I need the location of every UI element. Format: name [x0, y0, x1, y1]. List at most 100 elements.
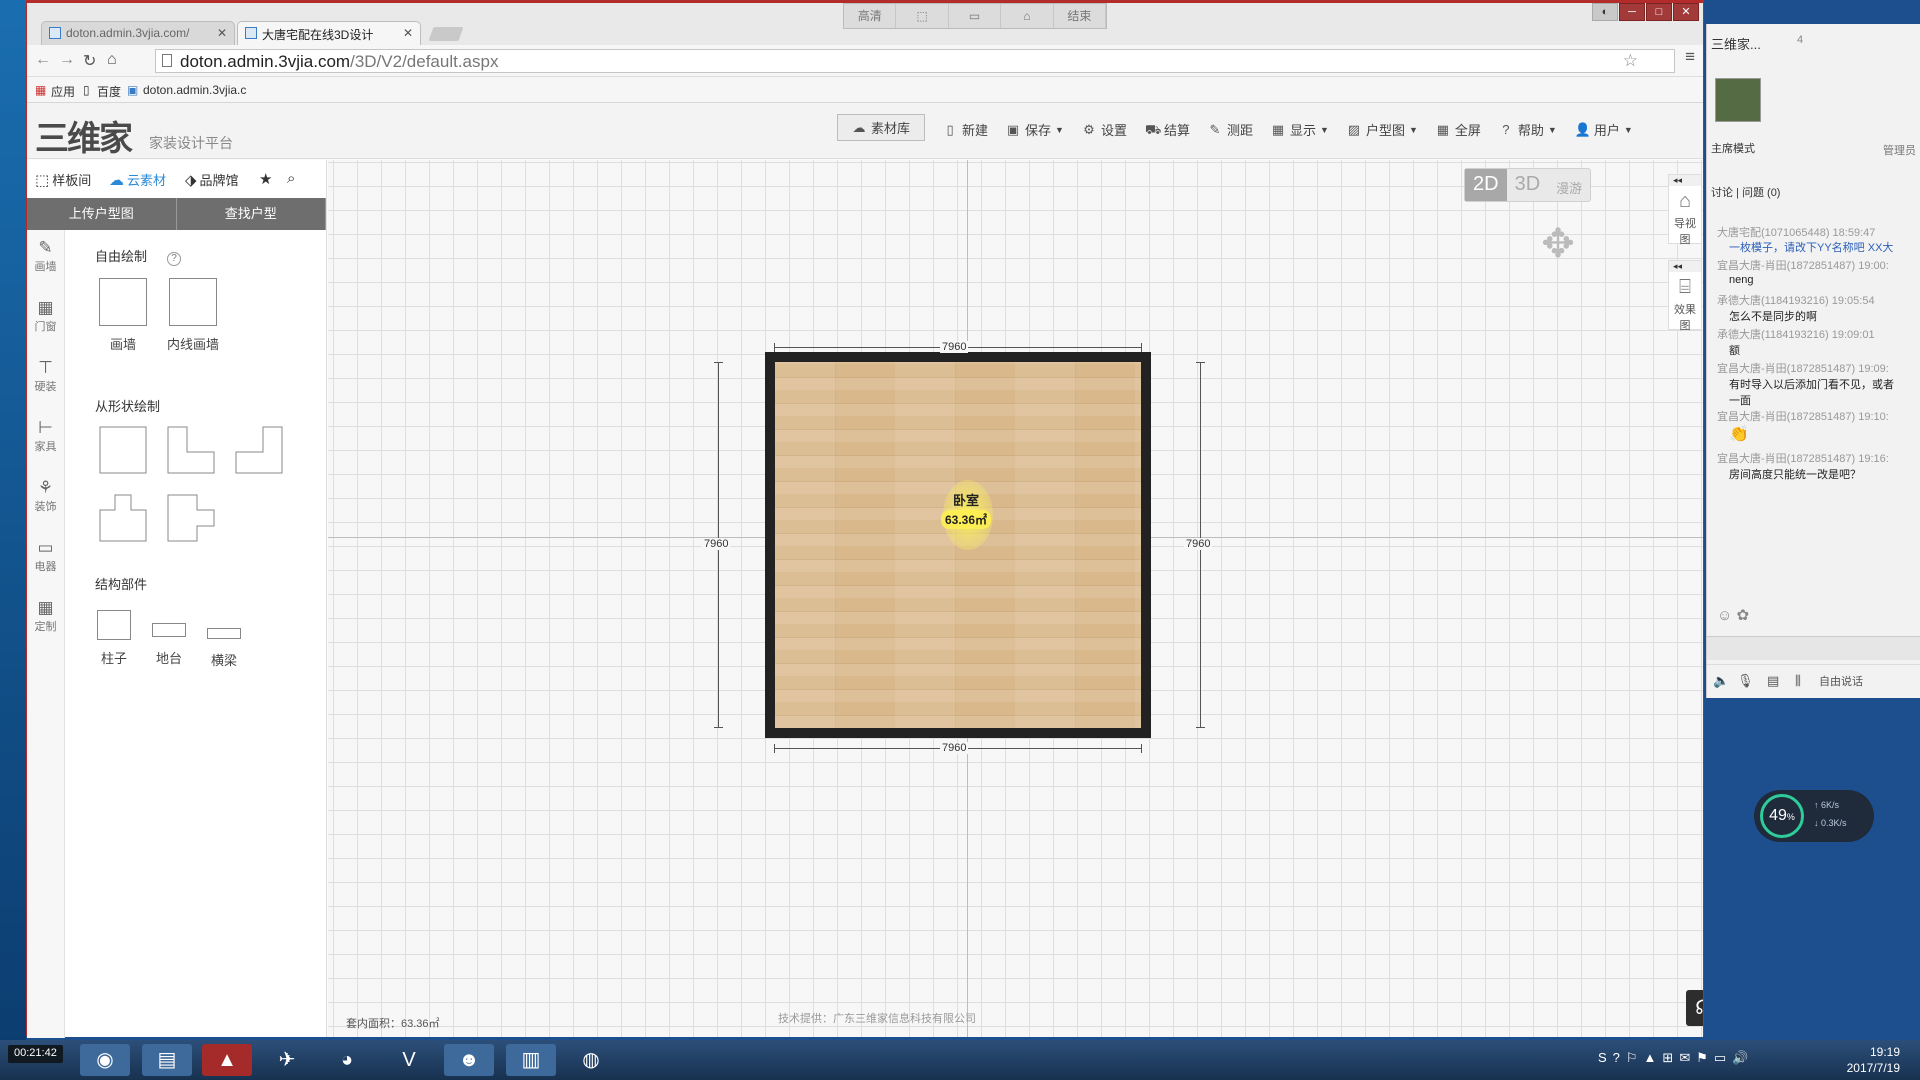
sidebar-item-doors[interactable]: ▦ 门窗 [27, 290, 64, 350]
sidebar-item-hard[interactable]: ⊤ 硬装 [27, 350, 64, 410]
user-button[interactable]: 👤 用户 ▼ [1575, 118, 1633, 141]
chat-tabs[interactable]: 讨论 | 问题 (0) [1711, 184, 1780, 200]
free-talk-button[interactable]: 自由说话 [1819, 673, 1863, 689]
bookmark-baidu[interactable]: 百度 [97, 83, 121, 100]
window-icon[interactable]: ▭ [949, 4, 1002, 28]
penguin-icon[interactable]: ◕ [322, 1044, 372, 1076]
section-shape-draw: 从形状绘制 [95, 399, 161, 414]
minimize-icon[interactable]: ─ [1619, 3, 1645, 21]
system-tray[interactable]: S?⚐▲⊞✉⚑▭🔊 [1598, 1050, 1754, 1066]
roam-button[interactable]: 漫游 [1548, 169, 1590, 201]
upload-floorplan-button[interactable]: 上传户型图 [27, 198, 177, 230]
app-icon[interactable]: ▤ [142, 1044, 192, 1076]
maximize-icon[interactable]: □ [1646, 3, 1672, 21]
fullscreen-button[interactable]: ▦ 全屏 [1436, 118, 1481, 141]
region-icon[interactable]: ⬚ [896, 4, 949, 28]
message-text: 有时导入以后添加门看不见，或者 [1729, 379, 1894, 391]
new-button[interactable]: ▯ 新建 [943, 118, 988, 141]
view-2d-button[interactable]: 2D [1465, 169, 1507, 201]
library-button[interactable]: ☁ 素材库 [837, 114, 926, 141]
tab-cloud[interactable]: ☁ 云素材 [109, 170, 166, 189]
new-tab-button[interactable] [428, 27, 464, 41]
close-window-icon[interactable]: ✕ [1673, 3, 1699, 21]
find-floorplan-button[interactable]: 查找户型 [177, 198, 326, 230]
platform-tool[interactable] [152, 623, 186, 637]
yy-icon[interactable]: ☻ [444, 1044, 494, 1076]
back-icon[interactable]: ← [35, 51, 51, 69]
settings-icon[interactable]: ▤ [1767, 673, 1779, 689]
pdf-icon[interactable]: ▲ [202, 1044, 252, 1076]
emoji-icon[interactable]: ☺ ✿ [1717, 606, 1920, 624]
left-action-buttons: 上传户型图 查找户型 [27, 198, 326, 230]
home-icon[interactable]: ⌂ [1001, 4, 1054, 28]
beam-tool[interactable] [207, 628, 241, 639]
mic-icon[interactable]: 🎙 [1737, 673, 1754, 689]
floorplan-button[interactable]: ▨ 户型图 ▼ [1347, 118, 1418, 141]
home-icon[interactable]: ⌂ [107, 51, 117, 69]
save-button[interactable]: ▣ 保存 ▼ [1006, 118, 1064, 141]
inner-wall-tool[interactable] [169, 278, 217, 326]
headset-icon[interactable]: ☊ [1686, 990, 1703, 1026]
end-button[interactable]: 结束 [1054, 4, 1107, 28]
address-bar[interactable]: doton.admin.3vjia.com/3D/V2/default.aspx… [155, 49, 1675, 73]
collapse-icon[interactable]: ◂◂ [1669, 175, 1701, 186]
render-view-panel[interactable]: ◂◂ ⌸ 效果图 [1668, 260, 1702, 332]
collapse-icon[interactable]: ◂◂ [1669, 261, 1701, 272]
measure-button[interactable]: ✎ 测距 [1208, 118, 1253, 141]
tab-samples[interactable]: ⬚ 样板间 [35, 170, 91, 189]
bookmark-site[interactable]: doton.admin.3vjia.c [143, 83, 246, 97]
sidebar-item-wall[interactable]: ✎ 画墙 [27, 230, 64, 290]
notes-icon[interactable]: ▥ [506, 1044, 556, 1076]
pan-compass-icon[interactable]: ✥ [1530, 216, 1586, 272]
help-icon[interactable]: ? [167, 252, 182, 266]
app-header: 三维家 家装设计平台 ☁ 素材库 ▯ 新建 ▣ 保存 ▼ ⚙ 设置 ⛟ 结算 ✎ 测距 ▦ 显示… [27, 103, 1703, 159]
clock[interactable]: 19:19 2017/7/19 [1847, 1044, 1900, 1076]
section-structure: 结构部件 [95, 577, 148, 592]
search-icon[interactable]: ⌕ [287, 170, 298, 187]
forward-icon[interactable]: → [59, 51, 75, 69]
tab-brands[interactable]: ⬗ 品牌馆 [185, 170, 239, 189]
chat-input[interactable] [1707, 636, 1920, 660]
obs-icon[interactable]: ◍ [566, 1044, 616, 1076]
chrome-icon[interactable]: ◉ [80, 1044, 130, 1076]
sidebar-item-appliance[interactable]: ▭ 电器 [27, 530, 64, 590]
shape-side-t[interactable] [167, 494, 215, 542]
speaker-icon[interactable]: 🔈 [1713, 673, 1729, 689]
shape-t[interactable] [99, 494, 147, 542]
sidebar-item-custom[interactable]: ▦ 定制 [27, 590, 64, 650]
v-icon[interactable]: V [384, 1044, 434, 1076]
shape-square[interactable] [99, 426, 147, 474]
equalizer-icon[interactable]: ⫼ [1795, 673, 1801, 689]
room-name[interactable]: 卧室 [953, 490, 979, 509]
nav-view-panel[interactable]: ◂◂ ⌂ 导视图 [1668, 174, 1702, 246]
sidebar-item-furniture[interactable]: ⊢ 家具 [27, 410, 64, 470]
chat-mode[interactable]: 主席模式 [1711, 140, 1755, 156]
draw-wall-tool[interactable] [99, 278, 147, 326]
close-icon[interactable]: ✕ [403, 26, 413, 40]
checkout-button[interactable]: ⛟ 结算 [1145, 118, 1190, 141]
close-icon[interactable]: ✕ [217, 26, 227, 40]
shape-l[interactable] [167, 426, 215, 474]
help-button[interactable]: ? 帮助 ▼ [1499, 118, 1557, 141]
avatar [1715, 78, 1761, 122]
tab-3d-design[interactable]: 大唐宅配在线3D设计 ✕ [237, 21, 421, 45]
user-icon[interactable]: ◐ [1592, 3, 1618, 21]
bird-icon[interactable]: ✈ [262, 1044, 312, 1076]
tab-admin[interactable]: doton.admin.3vjia.com/ ✕ [41, 21, 235, 45]
hd-button[interactable]: 高清 [844, 4, 897, 28]
sidebar-item-decor[interactable]: ⚘ 装饰 [27, 470, 64, 530]
shape-l-reverse[interactable] [235, 426, 283, 474]
chevron-down-icon: ▼ [1623, 124, 1633, 135]
dimension-top-label: 7960 [940, 341, 969, 353]
pillar-tool[interactable] [97, 610, 131, 640]
reload-icon[interactable]: ↻ [83, 51, 96, 71]
bookmark-star-icon[interactable]: ☆ [1623, 51, 1638, 71]
bookmark-apps[interactable]: 应用 [51, 83, 75, 100]
design-canvas[interactable]: 7960 7960 7960 7960 卧室 63.36㎡ 2D 3D 漫游 ✥… [328, 160, 1703, 1037]
view-3d-button[interactable]: 3D [1507, 169, 1549, 201]
settings-button[interactable]: ⚙ 设置 [1082, 118, 1127, 141]
display-button[interactable]: ▦ 显示 ▼ [1271, 118, 1329, 141]
menu-icon[interactable]: ≡ [1685, 47, 1695, 67]
favorite-star-icon[interactable]: ★ [259, 170, 275, 188]
left-tabs: ⬚ 样板间 ☁ 云素材 ⬗ 品牌馆 ★ ⌕ [27, 160, 326, 198]
